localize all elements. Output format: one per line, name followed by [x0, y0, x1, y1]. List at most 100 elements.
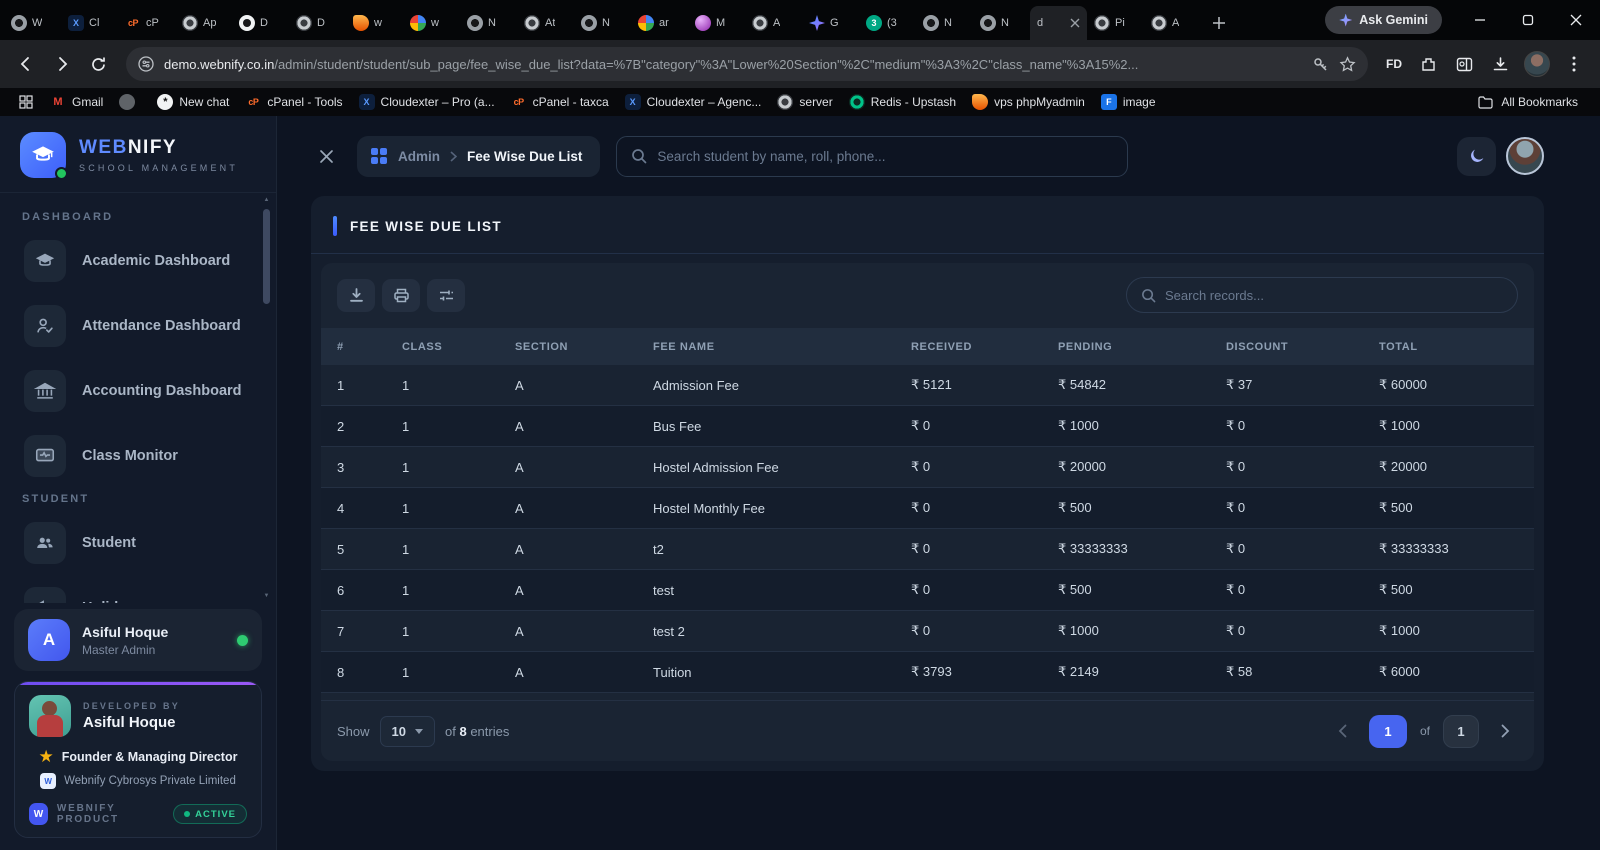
bookmark-label: Gmail	[72, 95, 103, 109]
table-row[interactable]: 5 1 A t2 ₹ 0 ₹ 33333333 ₹ 0 ₹ 33333333	[321, 529, 1534, 570]
browser-tab[interactable]: D	[232, 6, 289, 40]
company-logo-icon: W	[40, 773, 56, 789]
address-bar[interactable]: demo.webnify.co.in/admin/student/student…	[126, 47, 1368, 81]
browser-tab[interactable]: N	[574, 6, 631, 40]
bookmark-item[interactable]: * New chat	[149, 92, 237, 112]
downloads-button[interactable]	[1484, 48, 1516, 80]
tab-title: D	[260, 17, 268, 29]
close-icon[interactable]	[311, 141, 341, 171]
bookmark-star-icon[interactable]	[1339, 56, 1356, 73]
scroll-up-arrow[interactable]: ▲	[263, 197, 270, 203]
tab-close-icon[interactable]	[1070, 18, 1080, 28]
cell-discount: ₹ 58	[1226, 664, 1379, 680]
reload-button[interactable]	[82, 48, 114, 80]
side-panel-button[interactable]	[1448, 48, 1480, 80]
browser-tab[interactable]: A	[745, 6, 802, 40]
bookmark-item[interactable]: X Cloudexter – Pro (a...	[351, 92, 503, 112]
next-page-button[interactable]	[1492, 718, 1518, 744]
bookmark-item[interactable]: cP cPanel - Tools	[237, 92, 350, 112]
table-row[interactable]: 6 1 A test ₹ 0 ₹ 500 ₹ 0 ₹ 500	[321, 570, 1534, 611]
browser-tab[interactable]: N	[460, 6, 517, 40]
student-search-input[interactable]	[657, 149, 1113, 164]
browser-tab[interactable]: d	[1030, 6, 1087, 40]
browser-tab[interactable]: W	[4, 6, 61, 40]
sidebar-item-accounting-dashboard[interactable]: Accounting Dashboard	[20, 363, 252, 419]
browser-tab[interactable]: Pi	[1087, 6, 1144, 40]
sidebar-item-holiday[interactable]: Holiday	[20, 580, 252, 603]
new-tab-button[interactable]	[1205, 9, 1233, 37]
scrollbar-thumb[interactable]	[263, 209, 270, 304]
window-maximize-button[interactable]	[1508, 4, 1548, 36]
browser-tab[interactable]: X Cl	[61, 6, 118, 40]
extensions-icon[interactable]	[1412, 48, 1444, 80]
bookmark-item[interactable]: server	[769, 92, 840, 112]
sidebar-item-attendance-dashboard[interactable]: Attendance Dashboard	[20, 298, 252, 354]
forward-button[interactable]	[46, 48, 78, 80]
browser-tab[interactable]: M	[688, 6, 745, 40]
bookmark-item[interactable]: F image	[1093, 92, 1164, 112]
table-row[interactable]: 8 1 A Tuition ₹ 3793 ₹ 2149 ₹ 58 ₹ 6000	[321, 652, 1534, 693]
window-minimize-button[interactable]	[1460, 4, 1500, 36]
cell-pending: ₹ 33333333	[1058, 541, 1226, 557]
browser-tab[interactable]: A	[1144, 6, 1201, 40]
browser-tab[interactable]: N	[973, 6, 1030, 40]
current-page-button[interactable]: 1	[1369, 715, 1407, 748]
all-bookmarks-button[interactable]: All Bookmarks	[1470, 93, 1586, 111]
bookmark-item[interactable]: vps phpMyadmin	[964, 92, 1093, 112]
cell-section: A	[515, 378, 653, 393]
browser-tab[interactable]: Ap	[175, 6, 232, 40]
site-info-icon[interactable]	[138, 56, 154, 72]
brand[interactable]: WEBNIFY SCHOOL MANAGEMENT	[0, 116, 276, 193]
cell-index: 8	[337, 665, 402, 680]
browser-tab[interactable]: At	[517, 6, 574, 40]
print-button[interactable]	[382, 279, 420, 312]
bookmark-item[interactable]: cP cPanel - taxca	[503, 92, 617, 112]
back-button[interactable]	[10, 48, 42, 80]
browser-tab[interactable]: 3 (3	[859, 6, 916, 40]
brand-logo-icon	[20, 132, 66, 178]
table-row[interactable]: 7 1 A test 2 ₹ 0 ₹ 1000 ₹ 0 ₹ 1000	[321, 611, 1534, 652]
apps-grid-icon[interactable]	[14, 91, 38, 113]
fd-extension-button[interactable]: FD	[1380, 57, 1408, 71]
user-card[interactable]: A Asiful Hoque Master Admin	[14, 609, 262, 671]
graduation-cap-icon	[24, 240, 66, 282]
browser-tab[interactable]: cP cP	[118, 6, 175, 40]
password-key-icon[interactable]	[1312, 56, 1329, 73]
sidebar-item-academic-dashboard[interactable]: Academic Dashboard	[20, 233, 252, 289]
bookmark-item[interactable]: X Cloudexter – Agenc...	[617, 92, 770, 112]
dark-mode-toggle[interactable]	[1457, 137, 1496, 176]
browser-tab[interactable]: D	[289, 6, 346, 40]
records-search-input[interactable]	[1165, 288, 1503, 303]
ask-gemini-button[interactable]: Ask Gemini	[1325, 6, 1442, 34]
bookmark-item[interactable]: M Gmail	[42, 92, 111, 112]
bookmark-item[interactable]	[111, 92, 149, 112]
browser-tab[interactable]: w	[403, 6, 460, 40]
window-close-button[interactable]	[1556, 4, 1596, 36]
table-row[interactable]: 1 1 A Admission Fee ₹ 5121 ₹ 54842 ₹ 37 …	[321, 365, 1534, 406]
page-size-select[interactable]: 10	[380, 716, 435, 747]
student-search-box[interactable]	[616, 136, 1128, 177]
sidebar-item-class-monitor[interactable]: Class Monitor	[20, 428, 252, 484]
table-row[interactable]: 2 1 A Bus Fee ₹ 0 ₹ 1000 ₹ 0 ₹ 1000	[321, 406, 1534, 447]
table-row[interactable]: 4 1 A Hostel Monthly Fee ₹ 0 ₹ 500 ₹ 0 ₹…	[321, 488, 1534, 529]
sidebar-scrollbar[interactable]: ▲ ▼	[262, 197, 271, 599]
app-header: Admin Fee Wise Due List	[277, 116, 1600, 196]
filter-button[interactable]	[427, 279, 465, 312]
scroll-down-arrow[interactable]: ▼	[263, 593, 270, 599]
total-pages-button[interactable]: 1	[1443, 715, 1479, 748]
table-row[interactable]: 3 1 A Hostel Admission Fee ₹ 0 ₹ 20000 ₹…	[321, 447, 1534, 488]
download-button[interactable]	[337, 279, 375, 312]
browser-profile-avatar[interactable]	[1524, 51, 1550, 77]
browser-tab[interactable]: w	[346, 6, 403, 40]
profile-avatar[interactable]	[1506, 137, 1544, 175]
sidebar-item-student[interactable]: Student	[20, 515, 252, 571]
monitor-pulse-icon	[24, 435, 66, 477]
prev-page-button[interactable]	[1330, 718, 1356, 744]
browser-menu-button[interactable]	[1558, 48, 1590, 80]
records-search-box[interactable]	[1126, 277, 1518, 313]
bookmark-item[interactable]: Redis - Upstash	[841, 92, 964, 112]
browser-tab[interactable]: N	[916, 6, 973, 40]
breadcrumb-admin[interactable]: Admin	[398, 149, 440, 164]
browser-tab[interactable]: G	[802, 6, 859, 40]
browser-tab[interactable]: ar	[631, 6, 688, 40]
